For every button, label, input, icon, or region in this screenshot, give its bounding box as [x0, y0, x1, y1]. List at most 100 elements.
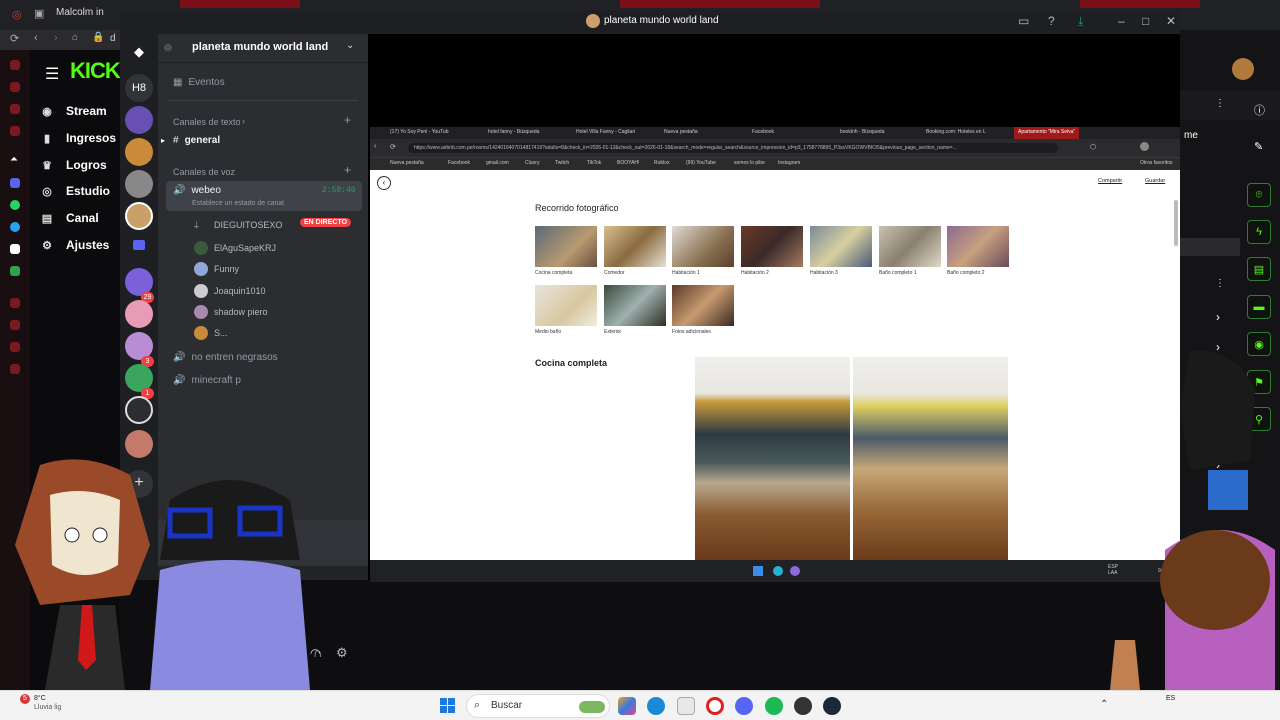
- back-button[interactable]: ‹: [377, 176, 391, 190]
- refresh-icon[interactable]: ⟳: [10, 32, 19, 45]
- sidebar-app-icon[interactable]: [10, 126, 20, 136]
- voice-user[interactable]: Joaquin1010: [194, 284, 266, 298]
- sidebar-app-icon[interactable]: [10, 104, 20, 114]
- text-category[interactable]: Canales de texto: [173, 117, 241, 127]
- inbox-icon[interactable]: ▭: [1018, 14, 1029, 28]
- discord-icon[interactable]: [735, 697, 753, 715]
- tiktok-icon[interactable]: [10, 244, 20, 254]
- spotify-icon[interactable]: [765, 697, 783, 715]
- discord-icon[interactable]: [790, 566, 800, 576]
- steam-icon[interactable]: [823, 697, 841, 715]
- thumb-fotos-adicionales[interactable]: [672, 285, 734, 326]
- kitchen-photo-1[interactable]: [695, 357, 850, 560]
- events-item[interactable]: ▦ Eventos: [173, 77, 225, 88]
- voice-user[interactable]: shadow piero: [194, 305, 268, 319]
- bookmark[interactable]: BOOYAH!: [617, 160, 639, 166]
- add-channel-icon[interactable]: +: [344, 163, 351, 177]
- obs-icon[interactable]: [794, 697, 812, 715]
- scrollbar[interactable]: [1174, 200, 1178, 246]
- tab-active[interactable]: Apartamento "Mira Selva": [1014, 127, 1080, 139]
- close-icon[interactable]: ✕: [1166, 14, 1176, 28]
- nav-item-canal[interactable]: ▤ Canal: [40, 211, 99, 225]
- server-icon[interactable]: [125, 300, 153, 328]
- sidebar-app-icon[interactable]: [10, 364, 20, 374]
- server-icon-active[interactable]: [125, 202, 153, 230]
- voice-channel-webeo[interactable]: 🔊 webeo: [173, 185, 221, 196]
- guild-name[interactable]: planeta mundo world land: [192, 41, 328, 53]
- bookmark[interactable]: (99) YouTube: [686, 160, 716, 166]
- chevron-down-icon[interactable]: ⌄: [346, 40, 354, 51]
- server-icon[interactable]: [125, 430, 153, 458]
- kick-logo[interactable]: KICK: [70, 58, 121, 84]
- profile-avatar[interactable]: [1140, 142, 1149, 151]
- taskbar-search[interactable]: ⌕ Buscar: [466, 694, 610, 718]
- tab[interactable]: Booking.com: Hoteles en L: [926, 129, 986, 135]
- kitchen-photo-2[interactable]: [853, 357, 1008, 560]
- edge-icon[interactable]: [773, 566, 783, 576]
- bookmark[interactable]: Nueva pestaña: [390, 160, 424, 166]
- thumb-bano-1[interactable]: [879, 226, 941, 267]
- more-icon[interactable]: ⋮: [1215, 278, 1225, 289]
- tab[interactable]: bookinh - Búsqueda: [840, 129, 884, 135]
- thumb-habitacion-1[interactable]: [672, 226, 734, 267]
- panel-input[interactable]: [1180, 238, 1240, 256]
- nav-item-ingresos[interactable]: ▮ Ingresos: [40, 131, 116, 145]
- refresh-icon[interactable]: ⟳: [390, 143, 396, 151]
- lightning-button[interactable]: ϟ: [1247, 220, 1271, 244]
- sidebar-app-icon[interactable]: [10, 320, 20, 330]
- address-fragment[interactable]: d: [110, 33, 116, 44]
- edge-icon[interactable]: [647, 697, 665, 715]
- weather-temp[interactable]: 8°C: [34, 694, 46, 703]
- tab[interactable]: Facebook: [752, 129, 774, 135]
- sidebar-app-icon[interactable]: [10, 82, 20, 92]
- voice-channel[interactable]: 🔊 minecraft p: [173, 375, 241, 386]
- navigation-icon[interactable]: ⏶: [10, 154, 18, 165]
- home-icon[interactable]: ⌂: [72, 32, 78, 43]
- voice-category[interactable]: Canales de voz: [173, 167, 235, 177]
- download-icon[interactable]: ⤓: [1078, 14, 1083, 29]
- user-avatar[interactable]: [1232, 58, 1254, 80]
- copilot-icon[interactable]: [618, 697, 636, 715]
- server-h8[interactable]: H8: [125, 74, 153, 102]
- hamburger-menu-icon[interactable]: ☰: [45, 64, 59, 84]
- whatsapp-icon[interactable]: [10, 200, 20, 210]
- thumb-exterior[interactable]: [604, 285, 666, 326]
- extensions-icon[interactable]: ⬡: [1090, 143, 1096, 151]
- back-icon[interactable]: ‹: [34, 32, 38, 44]
- chat-button[interactable]: ▬: [1247, 295, 1271, 319]
- language-indicator[interactable]: ES: [1166, 695, 1175, 702]
- thumb-bano-2[interactable]: [947, 226, 1009, 267]
- bookmark[interactable]: Twitch: [555, 160, 569, 166]
- tab[interactable]: Nueva pestaña: [664, 129, 698, 135]
- voice-channel[interactable]: 🔊 no entren negrasos: [173, 352, 278, 363]
- server-icon[interactable]: [125, 396, 153, 424]
- opera-icon[interactable]: [706, 697, 724, 715]
- thumb-habitacion-3[interactable]: [810, 226, 872, 267]
- opera-icon[interactable]: ◎: [12, 8, 22, 21]
- server-icon[interactable]: [125, 106, 153, 134]
- thumb-habitacion-2[interactable]: [741, 226, 803, 267]
- back-icon[interactable]: ‹: [374, 143, 376, 150]
- other-bookmarks[interactable]: Otros favoritos: [1140, 160, 1173, 166]
- tab[interactable]: Hotel Villa Fanny - Cagliari: [576, 129, 635, 135]
- voice-user[interactable]: ⍊ DIEGUITOSEXO: [194, 220, 282, 230]
- weather-desc[interactable]: Lluvia lig: [34, 703, 61, 712]
- bookmark[interactable]: gmail.com: [486, 160, 509, 166]
- voice-user[interactable]: ElAguSapeKRJ: [194, 241, 276, 255]
- thumb-comedor[interactable]: [604, 226, 666, 267]
- voice-user[interactable]: S...: [194, 326, 228, 340]
- tab[interactable]: hotel fanny - Búsqueda: [488, 129, 539, 135]
- channel-status[interactable]: Establece un estado de canal: [192, 200, 284, 207]
- file-explorer-icon[interactable]: [677, 697, 695, 715]
- channel-general[interactable]: ▸ # general: [161, 135, 220, 146]
- server-icon[interactable]: [125, 138, 153, 166]
- thumb-medio-bano[interactable]: [535, 285, 597, 326]
- bookmark[interactable]: Facebook: [448, 160, 470, 166]
- bookmark[interactable]: TikTok: [587, 160, 601, 166]
- nav-item-ajustes[interactable]: ⚙ Ajustes: [40, 238, 109, 252]
- sidebar-app-icon[interactable]: [10, 60, 20, 70]
- gear-icon[interactable]: ⚙: [336, 645, 348, 661]
- save-link[interactable]: Guardar: [1145, 178, 1165, 184]
- nav-item-stream[interactable]: ◉ Stream: [40, 104, 107, 118]
- forward-icon[interactable]: ›: [54, 32, 58, 44]
